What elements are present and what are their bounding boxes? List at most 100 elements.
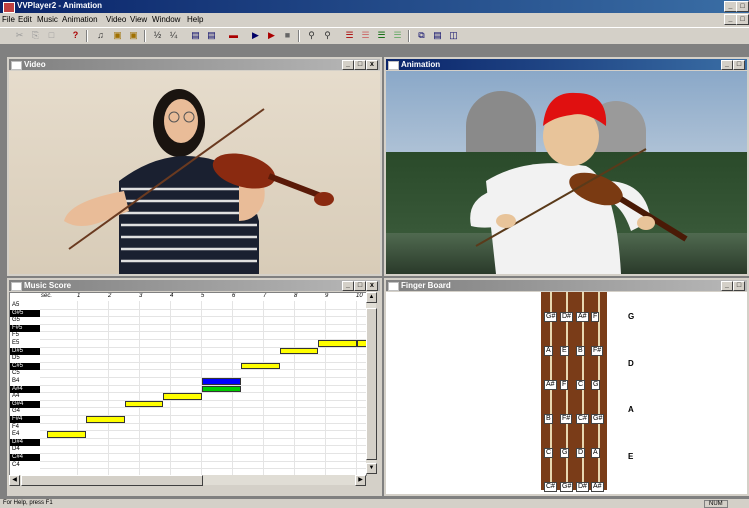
video-window[interactable]: Video _ □ x	[7, 57, 382, 276]
note-row-label[interactable]: C#5	[10, 362, 40, 370]
mdi-restore-button[interactable]: □	[736, 14, 749, 25]
finger-position[interactable]: D#	[560, 312, 573, 322]
quarter-speed-icon[interactable]: ¼	[168, 30, 179, 41]
animation-title-bar[interactable]: Animation _ □	[386, 59, 747, 70]
piano-roll[interactable]: sec. 1 2 3 4 5 6 7 8 9 10 A5 G#5 G5 F#5 F5 E5 D#5 D5 C#5 C…	[9, 292, 367, 476]
note-row-label[interactable]: F#5	[10, 324, 40, 332]
note-row-label[interactable]: E4	[10, 431, 40, 438]
note-row-label[interactable]: D#4	[10, 438, 40, 446]
finger-position[interactable]: G#	[591, 414, 605, 424]
finger-position[interactable]: G#	[544, 312, 558, 322]
finger-position[interactable]: A	[544, 346, 553, 356]
note-row-label[interactable]: A4	[10, 393, 40, 400]
scroll-down-button[interactable]: ▼	[366, 463, 377, 474]
tempo-icon[interactable]: ♫	[95, 30, 106, 41]
score-minimize-button[interactable]: _	[342, 281, 354, 291]
note-bar[interactable]	[47, 431, 86, 438]
help-icon[interactable]: ?	[70, 30, 81, 41]
finger-position[interactable]: C	[576, 380, 586, 390]
video-title-bar[interactable]: Video _ □ x	[9, 59, 380, 70]
finger-position[interactable]: A	[591, 448, 600, 458]
note-row-label[interactable]: C5	[10, 370, 40, 377]
note-row-label[interactable]: B4	[10, 378, 40, 385]
finger-position[interactable]: B	[576, 346, 585, 356]
note-row-label[interactable]: G5	[10, 317, 40, 324]
finger-position[interactable]: D#	[576, 482, 589, 492]
finger-position[interactable]: C	[544, 448, 554, 458]
finger-position[interactable]: F#	[560, 414, 573, 424]
note-bar[interactable]	[279, 347, 319, 355]
save-icon[interactable]: ▣	[128, 30, 139, 41]
play-icon[interactable]: ▶	[250, 30, 261, 41]
record-icon[interactable]: ▤	[190, 30, 201, 41]
note-row-label[interactable]: D5	[10, 355, 40, 362]
note-bar[interactable]	[202, 378, 241, 385]
note-bar[interactable]	[240, 362, 280, 370]
menu-edit[interactable]: Edit	[18, 15, 32, 24]
layout-2-icon[interactable]: ☰	[360, 30, 371, 41]
open-icon[interactable]: ▣	[112, 30, 123, 41]
finger-board[interactable]: G# D# A# F A E B F# A# F C G B F# C# G# C G D A C# G# D# A# G D…	[386, 292, 747, 494]
note-row-label[interactable]: G#5	[10, 309, 40, 317]
half-speed-icon[interactable]: ½	[152, 30, 163, 41]
copy-icon[interactable]: ⎘	[30, 30, 41, 41]
app-title-bar[interactable]: VVPlayer2 - Animation _ □	[0, 0, 749, 13]
finger-position[interactable]: B	[544, 414, 553, 424]
finger-position[interactable]: C#	[544, 482, 557, 492]
note-row-label[interactable]: D#5	[10, 347, 40, 355]
layout-4-icon[interactable]: ☰	[392, 30, 403, 41]
note-row-label[interactable]: C4	[10, 462, 40, 469]
fingerboard-maximize-button[interactable]: □	[733, 281, 745, 291]
menu-file[interactable]: File	[2, 15, 15, 24]
note-bar[interactable]	[318, 340, 357, 347]
finger-position[interactable]: F	[560, 380, 569, 390]
export-icon[interactable]: ▤	[206, 30, 217, 41]
animation-maximize-button[interactable]: □	[733, 60, 745, 70]
scroll-up-button[interactable]: ▲	[366, 292, 377, 303]
note-row-label[interactable]: C#4	[10, 454, 40, 461]
score-title-bar[interactable]: Music Score _ □ x	[9, 280, 380, 291]
score-vertical-scrollbar[interactable]: ▲ ▼	[366, 292, 377, 474]
fingerboard-title-bar[interactable]: Finger Board _ □	[386, 280, 747, 291]
note-row-label[interactable]: E5	[10, 340, 40, 347]
stop-icon[interactable]: ▬	[228, 30, 239, 41]
menu-window[interactable]: Window	[152, 15, 180, 24]
note-row-label[interactable]: F4	[10, 424, 40, 431]
video-close-button[interactable]: x	[366, 60, 378, 70]
score-close-button[interactable]: x	[366, 281, 378, 291]
note-row-label[interactable]: A5	[10, 302, 40, 309]
finger-position[interactable]: D	[576, 448, 586, 458]
hscroll-thumb[interactable]	[21, 475, 203, 486]
note-bar[interactable]	[85, 416, 125, 423]
finger-position[interactable]: G	[560, 448, 570, 458]
note-row-label[interactable]: G#4	[10, 400, 40, 408]
note-row-label[interactable]: F5	[10, 332, 40, 339]
cut-icon[interactable]: ✂	[14, 30, 25, 41]
tile-h-icon[interactable]: ▤	[432, 30, 443, 41]
note-bar[interactable]	[124, 400, 164, 408]
video-maximize-button[interactable]: □	[354, 60, 366, 70]
zoom-in-icon[interactable]: ⚲	[306, 30, 317, 41]
pause-icon[interactable]: ■	[282, 30, 293, 41]
scroll-right-button[interactable]: ▶	[355, 475, 366, 486]
video-minimize-button[interactable]: _	[342, 60, 354, 70]
menu-animation[interactable]: Animation	[62, 15, 98, 24]
finger-position[interactable]: F#	[591, 346, 604, 356]
note-bar[interactable]	[202, 385, 241, 393]
music-score-window[interactable]: Music Score _ □ x sec. 1 2 3 4 5 6 7 8 9 10 A5 G#5…	[7, 278, 382, 496]
finger-board-window[interactable]: Finger Board _ □ G# D# A# F A E B F# A# F C G B F# C# G…	[384, 278, 749, 496]
note-row-label[interactable]: G4	[10, 408, 40, 415]
finger-position[interactable]: A#	[591, 482, 604, 492]
note-row-label[interactable]: F#4	[10, 416, 40, 423]
fingerboard-minimize-button[interactable]: _	[721, 281, 733, 291]
note-bar[interactable]	[163, 393, 202, 400]
tile-v-icon[interactable]: ◫	[448, 30, 459, 41]
menu-video[interactable]: Video	[106, 15, 126, 24]
menu-help[interactable]: Help	[187, 15, 203, 24]
finger-position[interactable]: G#	[560, 482, 574, 492]
finger-position[interactable]: C#	[576, 414, 589, 424]
scroll-left-button[interactable]: ◀	[9, 475, 20, 486]
restore-button[interactable]: □	[736, 1, 749, 12]
layout-3-icon[interactable]: ☰	[376, 30, 387, 41]
finger-position[interactable]: F	[591, 312, 600, 322]
